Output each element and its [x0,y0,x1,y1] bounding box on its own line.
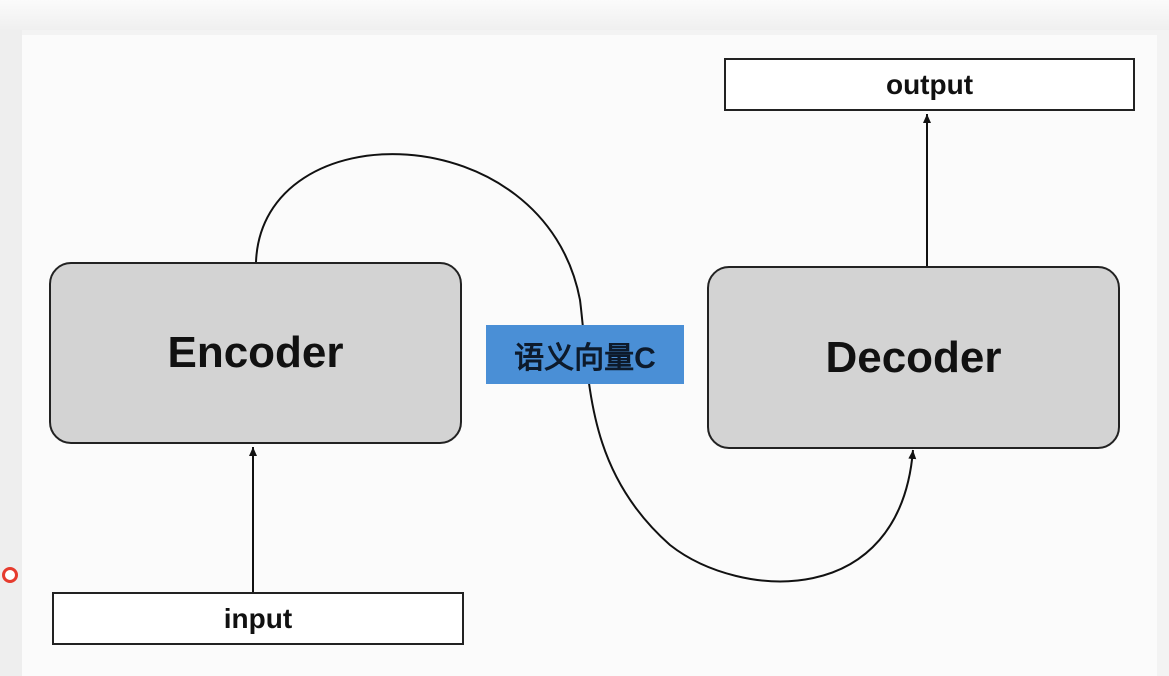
encoder-label: Encoder [167,328,344,377]
output-box: output [724,58,1135,111]
input-box: input [52,592,464,645]
recording-indicator-icon [2,567,18,583]
decoder-box: Decoder [707,266,1120,449]
context-vector-label: 语义向量C [486,325,684,384]
output-label: output [885,68,974,100]
decoder-label: Decoder [825,332,1002,382]
context-vector-text: 语义向量C [514,341,656,375]
input-label: input [223,602,293,634]
encoder-box: Encoder [49,262,462,444]
